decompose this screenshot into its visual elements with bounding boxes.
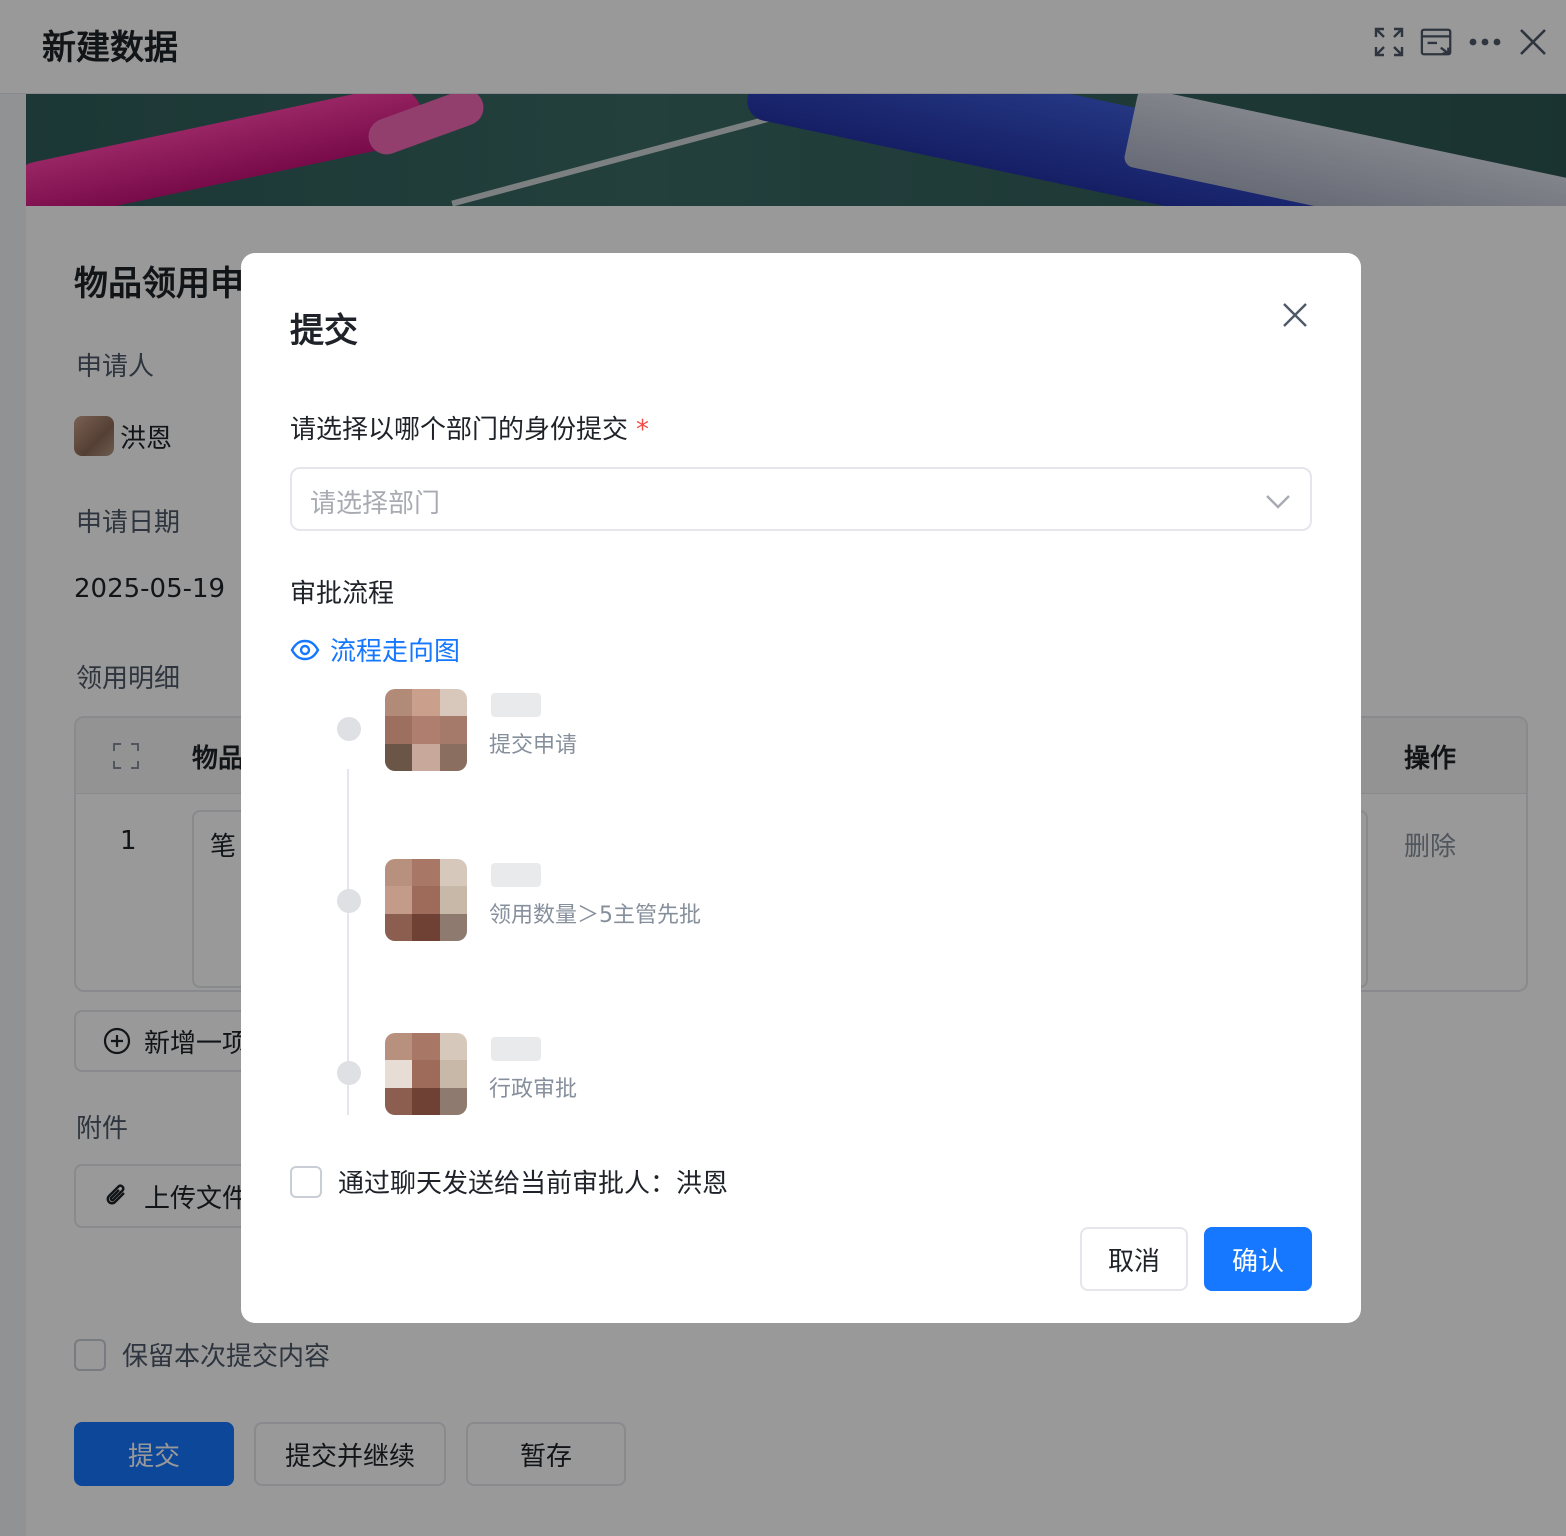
approval-flow-label: 审批流程 [290,579,395,609]
department-select[interactable]: 请选择部门 [290,467,1312,531]
dialog-action-buttons: 取消 确认 [1080,1227,1312,1291]
dialog-title: 提交 [290,311,358,351]
step-description: 行政审批 [489,1077,578,1102]
required-mark: * [636,415,650,445]
avatar [385,1033,467,1115]
eye-icon [290,639,320,660]
notify-option[interactable]: 通过聊天发送给当前审批人：洪恩 [290,1163,728,1200]
confirm-button[interactable]: 确认 [1204,1227,1312,1291]
approver-name-redacted [491,693,541,717]
step-description: 领用数量＞5主管先批 [489,903,701,928]
department-label-text: 请选择以哪个部门的身份提交 [290,415,629,445]
chevron-down-icon [1266,495,1290,509]
flow-chart-link[interactable]: 流程走向图 [290,631,460,668]
submit-dialog: 提交 请选择以哪个部门的身份提交* 请选择部门 审批流程 流程走向图 提交申请 [241,253,1361,1323]
step-description: 提交申请 [489,733,578,758]
avatar [385,689,467,771]
notify-checkbox[interactable] [290,1165,322,1198]
department-label: 请选择以哪个部门的身份提交 * [290,409,649,446]
avatar [385,859,467,941]
flow-chart-link-label: 流程走向图 [330,637,461,667]
timeline-dot [337,717,361,741]
cancel-button[interactable]: 取消 [1080,1227,1188,1291]
timeline-dot [337,889,361,913]
approver-name-redacted [491,1037,541,1061]
timeline-dot [337,1061,361,1085]
notify-label: 通过聊天发送给当前审批人：洪恩 [338,1169,729,1199]
approver-name-redacted [491,863,541,887]
close-icon[interactable] [1279,299,1311,331]
department-placeholder: 请选择部门 [310,489,441,519]
